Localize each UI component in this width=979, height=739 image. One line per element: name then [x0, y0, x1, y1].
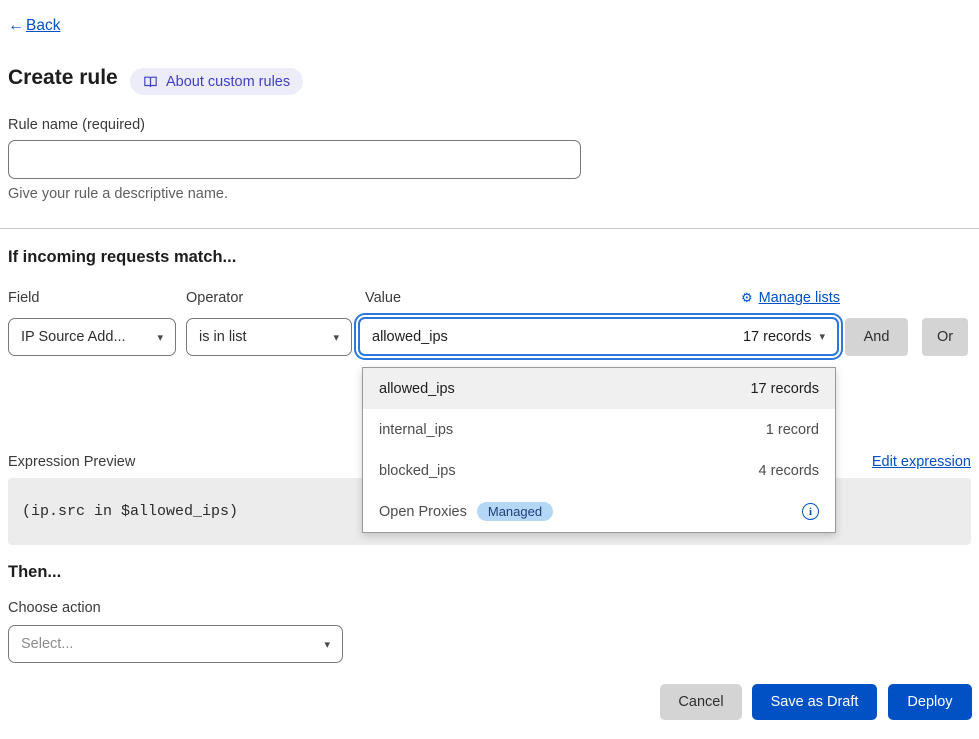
value-selected: allowed_ips [372, 329, 448, 345]
value-record-count: 17 records [743, 329, 812, 345]
field-select[interactable]: IP Source Add... ▾ [8, 318, 176, 356]
cancel-button[interactable]: Cancel [660, 684, 742, 720]
list-item-name: blocked_ips [379, 463, 456, 479]
deploy-button[interactable]: Deploy [888, 684, 972, 720]
back-link[interactable]: ← Back [8, 17, 60, 35]
list-item-count: 4 records [759, 463, 819, 479]
value-label: Value [365, 290, 401, 306]
manage-lists-link[interactable]: ⚙ Manage lists [741, 290, 840, 306]
expression-preview-label: Expression Preview [8, 454, 135, 470]
section-divider [0, 228, 979, 229]
list-item-name: internal_ips [379, 422, 453, 438]
chevron-down-icon: ▾ [333, 331, 339, 344]
about-custom-rules-label: About custom rules [166, 74, 290, 90]
and-button[interactable]: And [845, 318, 908, 356]
action-select[interactable]: Select... ▾ [8, 625, 343, 663]
list-dropdown: allowed_ips 17 records internal_ips 1 re… [362, 367, 836, 533]
list-item-blocked-ips[interactable]: blocked_ips 4 records [363, 450, 835, 491]
operator-select[interactable]: is in list ▾ [186, 318, 352, 356]
rule-name-input[interactable] [8, 140, 581, 179]
list-item-name: allowed_ips [379, 381, 455, 397]
chevron-down-icon: ▾ [819, 330, 825, 343]
operator-label: Operator [186, 290, 243, 306]
field-label: Field [8, 290, 39, 306]
list-item-name: Open Proxies [379, 504, 467, 520]
list-item-internal-ips[interactable]: internal_ips 1 record [363, 409, 835, 450]
edit-expression-link[interactable]: Edit expression [872, 454, 971, 470]
about-custom-rules-link[interactable]: About custom rules [130, 68, 303, 95]
operator-select-value: is in list [199, 329, 247, 345]
rule-name-label: Rule name (required) [8, 117, 145, 133]
then-heading: Then... [8, 563, 61, 582]
field-select-value: IP Source Add... [21, 329, 126, 345]
book-icon [143, 75, 158, 89]
gear-icon: ⚙ [741, 290, 753, 306]
match-heading: If incoming requests match... [8, 248, 236, 267]
action-select-placeholder: Select... [21, 636, 73, 652]
create-rule-page: ← Back Create rule About custom rules Ru… [0, 0, 979, 739]
chevron-down-icon: ▾ [157, 331, 163, 344]
choose-action-label: Choose action [8, 600, 101, 616]
info-icon[interactable]: i [802, 503, 819, 520]
list-item-allowed-ips[interactable]: allowed_ips 17 records [363, 368, 835, 409]
list-item-count: 1 record [766, 422, 819, 438]
chevron-down-icon: ▾ [324, 638, 330, 651]
list-item-open-proxies[interactable]: Open Proxies Managed i [363, 491, 835, 532]
value-combobox[interactable]: allowed_ips 17 records ▾ [358, 317, 839, 356]
list-item-count: 17 records [750, 381, 819, 397]
page-title: Create rule [8, 66, 118, 90]
rule-name-helper: Give your rule a descriptive name. [8, 186, 228, 202]
back-arrow-icon: ← [8, 17, 24, 35]
managed-badge: Managed [477, 502, 553, 521]
save-as-draft-button[interactable]: Save as Draft [752, 684, 877, 720]
manage-lists-label: Manage lists [759, 290, 840, 306]
or-button[interactable]: Or [922, 318, 968, 356]
back-label: Back [26, 17, 60, 35]
expression-code: (ip.src in $allowed_ips) [22, 503, 238, 520]
